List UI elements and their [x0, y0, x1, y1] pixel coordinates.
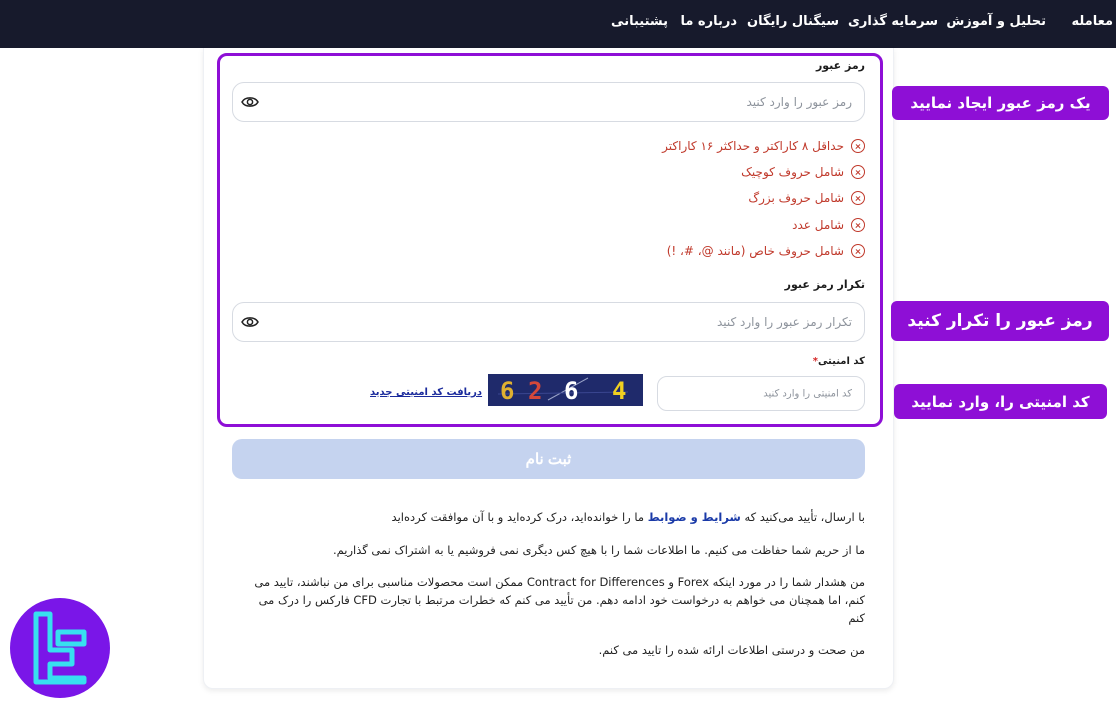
terms-line-2: ما از حریم شما حفاظت می کنیم. ما اطلاعات…	[332, 543, 865, 557]
confirm-password-label: تکرار رمز عبور	[784, 278, 865, 291]
confirm-password-input[interactable]: تکرار رمز عبور را وارد کنید	[232, 302, 865, 342]
password-placeholder: رمز عبور را وارد کنید	[746, 95, 852, 109]
top-navbar: معامله تحلیل و آموزش سرمایه گذاری سیگنال…	[0, 0, 1116, 48]
captcha-input[interactable]: کد امنیتی را وارد کنید	[657, 376, 865, 411]
terms-line-1: با ارسال، تأیید می‌کنید که شرایط و ضوابط…	[391, 510, 865, 524]
nav-item-investment[interactable]: سرمایه گذاری	[848, 14, 938, 29]
terms-line-3: من هشدار شما را در مورد اینکه Forex و Co…	[254, 575, 865, 625]
captcha-digit: 4	[612, 377, 627, 405]
brand-logo-icon	[33, 611, 87, 685]
captcha-image: 6 2 6 4	[488, 374, 643, 406]
error-circle-icon	[851, 244, 865, 258]
captcha-placeholder: کد امنیتی را وارد کنید	[763, 388, 852, 399]
eye-icon[interactable]	[241, 95, 259, 109]
password-input[interactable]: رمز عبور را وارد کنید	[232, 82, 865, 122]
nav-item-support[interactable]: پشتیبانی	[611, 14, 668, 29]
register-button[interactable]: ثبت نام	[232, 439, 865, 479]
error-circle-icon	[851, 191, 865, 205]
nav-item-about[interactable]: درباره ما	[680, 14, 737, 29]
captcha-digit: 2	[528, 377, 543, 405]
callout-enter-captcha: کد امنیتی را، وارد نمایید	[894, 384, 1107, 419]
rule-length: حداقل ۸ کاراکتر و حداکثر ۱۶ کاراکتر	[662, 139, 865, 153]
error-circle-icon	[851, 139, 865, 153]
error-circle-icon	[851, 218, 865, 232]
callout-create-password: یک رمز عبور ایجاد نمایید	[892, 86, 1109, 120]
rule-number: شامل عدد	[792, 218, 865, 232]
nav-item-analysis[interactable]: تحلیل و آموزش	[946, 14, 1046, 29]
password-label: رمز عبور	[815, 59, 865, 72]
terms-link[interactable]: شرایط و ضوابط	[648, 510, 741, 524]
captcha-label: کد امنیتی*	[812, 356, 865, 367]
rule-lowercase: شامل حروف کوچیک	[741, 165, 865, 179]
rule-special: شامل حروف خاص (مانند @، #، !)	[667, 244, 865, 258]
captcha-digit: 6	[500, 377, 515, 405]
terms-line-4: من صحت و درستی اطلاعات ارائه شده را تایی…	[598, 643, 865, 657]
callout-repeat-password: رمز عبور را تکرار کنید	[891, 301, 1109, 341]
rule-uppercase: شامل حروف بزرگ	[748, 191, 865, 205]
nav-item-trade[interactable]: معامله	[1071, 14, 1113, 29]
brand-logo	[10, 598, 110, 698]
nav-item-free-signal[interactable]: سیگنال رایگان	[747, 14, 839, 29]
captcha-digit: 6	[564, 377, 579, 405]
eye-icon[interactable]	[241, 315, 259, 329]
new-captcha-link[interactable]: دریافت کد امنیتی جدید	[370, 387, 482, 398]
confirm-password-placeholder: تکرار رمز عبور را وارد کنید	[716, 315, 852, 329]
error-circle-icon	[851, 165, 865, 179]
